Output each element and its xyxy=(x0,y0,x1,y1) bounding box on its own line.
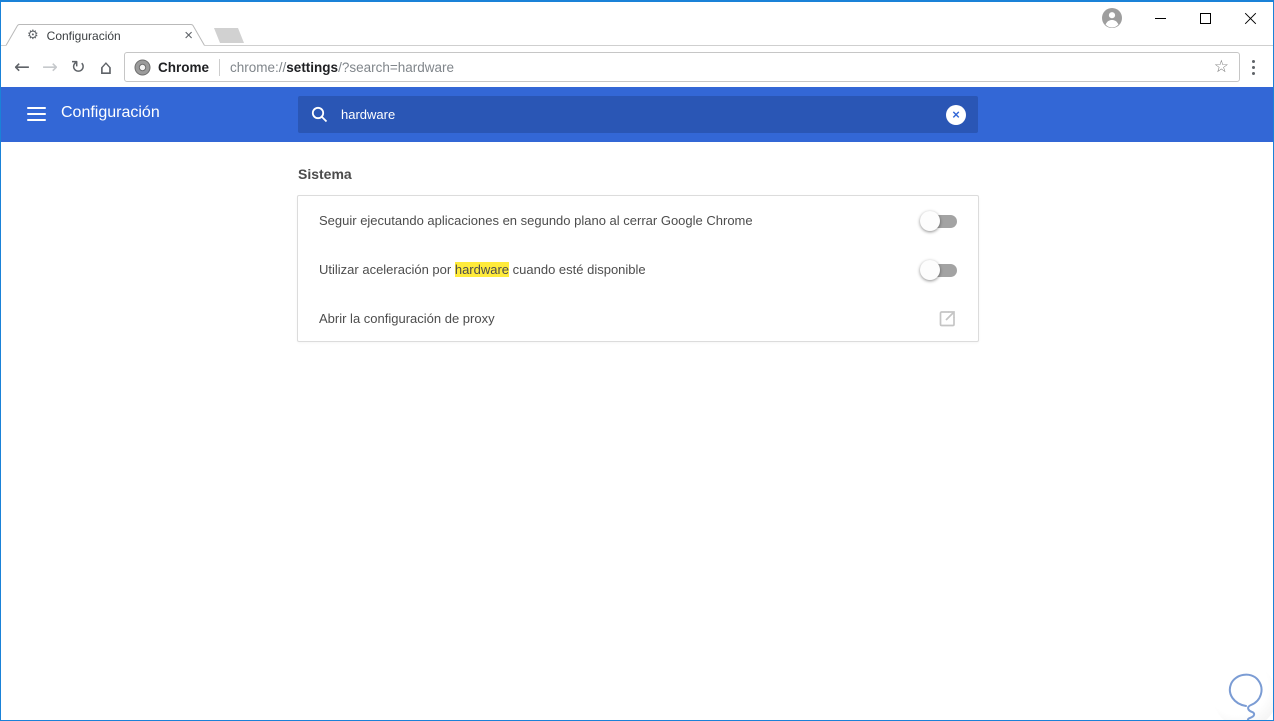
section-title-sistema: Sistema xyxy=(298,166,352,182)
home-icon[interactable]: ⌂ xyxy=(91,47,121,87)
hamburger-menu-icon[interactable] xyxy=(27,107,46,121)
browser-menu-icon[interactable] xyxy=(1241,55,1265,79)
address-bar[interactable]: Chrome chrome://settings/?search=hardwar… xyxy=(124,52,1240,82)
profile-avatar-icon[interactable] xyxy=(1101,7,1123,29)
browser-window: ⚙ Configuración × ← → ↻ ⌂ Chrome chrome:… xyxy=(0,0,1274,721)
forward-icon: → xyxy=(42,56,58,78)
settings-search-input[interactable] xyxy=(341,107,946,122)
system-settings-card: Seguir ejecutando aplicaciones en segund… xyxy=(297,195,979,342)
omnibox-separator xyxy=(219,58,221,76)
clear-search-icon[interactable]: × xyxy=(946,104,966,125)
reload-icon[interactable]: ↻ xyxy=(63,47,93,87)
setting-row-hardware-acceleration: Utilizar aceleración por hardware cuando… xyxy=(298,245,978,294)
search-icon xyxy=(311,106,328,123)
site-label: Chrome xyxy=(158,59,210,75)
close-button[interactable] xyxy=(1228,3,1273,33)
window-caption-buttons xyxy=(1138,2,1273,34)
tab-strip: ⚙ Configuración × xyxy=(1,2,1273,47)
settings-search-box[interactable]: × xyxy=(298,96,978,133)
bookmark-star-icon[interactable]: ☆ xyxy=(1214,57,1229,77)
back-icon[interactable]: ← xyxy=(7,47,37,87)
settings-header: Configuración × xyxy=(1,87,1273,142)
browser-toolbar: ← → ↻ ⌂ Chrome chrome://settings/?search… xyxy=(1,47,1273,87)
tab-title: Configuración xyxy=(46,28,121,43)
setting-label: Seguir ejecutando aplicaciones en segund… xyxy=(319,213,753,228)
minimize-button[interactable] xyxy=(1138,3,1183,33)
tab-configuracion[interactable]: ⚙ Configuración × xyxy=(27,25,197,46)
setting-label: Utilizar aceleración por hardware cuando… xyxy=(319,262,646,277)
setting-label: Abrir la configuración de proxy xyxy=(319,311,495,326)
setting-row-background-apps: Seguir ejecutando aplicaciones en segund… xyxy=(298,196,978,245)
new-tab-button[interactable] xyxy=(214,28,244,43)
site-chip[interactable]: Chrome xyxy=(125,59,209,76)
maximize-button[interactable] xyxy=(1183,3,1228,33)
solvetic-bulb-watermark xyxy=(1213,664,1273,720)
toggle-hardware-acceleration[interactable] xyxy=(920,259,957,280)
chrome-logo-icon xyxy=(134,59,151,75)
settings-gear-icon: ⚙ xyxy=(27,28,39,43)
url-text[interactable]: chrome://settings/?search=hardware xyxy=(230,60,454,75)
tab-close-icon[interactable]: × xyxy=(184,28,193,43)
search-highlight: hardware xyxy=(454,262,510,277)
settings-title: Configuración xyxy=(61,104,160,121)
lightbulb-icon xyxy=(1228,673,1263,720)
external-link-icon[interactable] xyxy=(938,309,957,328)
setting-row-proxy[interactable]: Abrir la configuración de proxy xyxy=(298,294,978,343)
settings-content: Sistema Seguir ejecutando aplicaciones e… xyxy=(1,142,1273,720)
toggle-background-apps[interactable] xyxy=(920,210,957,231)
